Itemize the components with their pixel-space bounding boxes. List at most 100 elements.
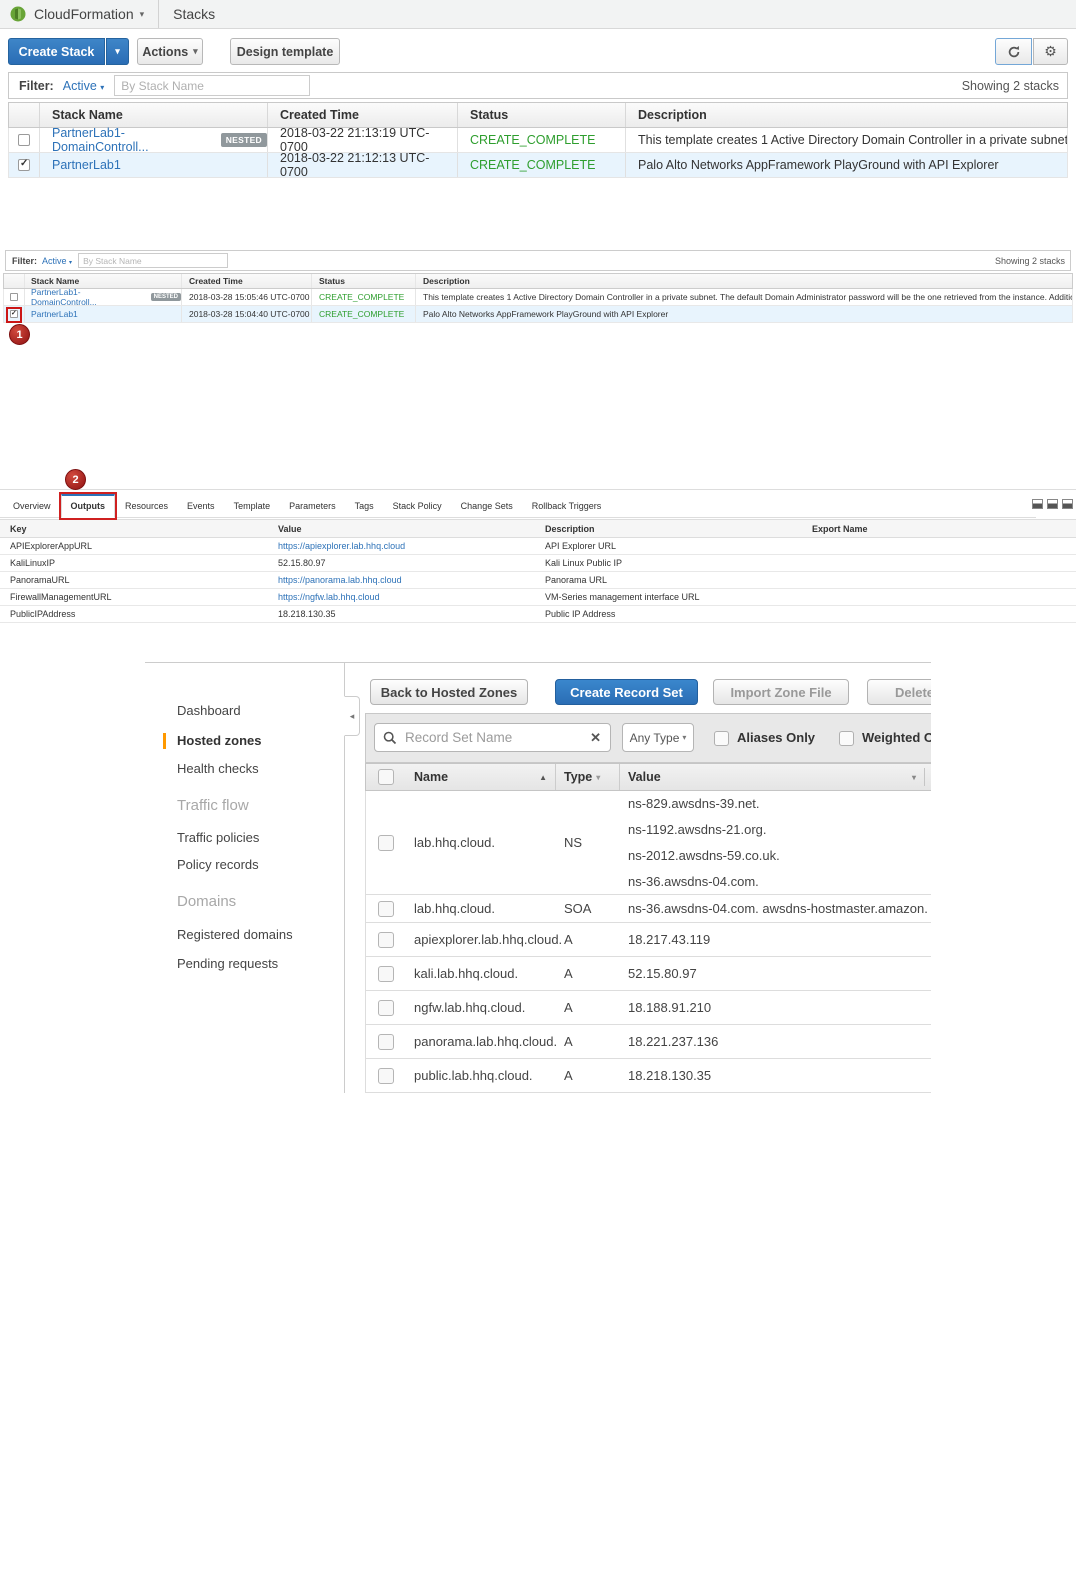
outputs-table: Key Value Description Export Name APIExp…	[0, 519, 1076, 623]
weighted-only-checkbox[interactable]	[839, 731, 854, 746]
layout-split-icon[interactable]	[1062, 499, 1073, 509]
tab-resources[interactable]: Resources	[116, 496, 177, 517]
create-record-set-button[interactable]: Create Record Set	[555, 679, 698, 705]
header-type[interactable]: Type ▾	[556, 764, 620, 790]
stack-name-link[interactable]: PartnerLab1-DomainControll...	[52, 126, 213, 154]
record-row[interactable]: lab.hhq.cloud. NS ns-829.awsdns-39.net. …	[365, 791, 931, 895]
layout-split-icon[interactable]	[1032, 499, 1043, 509]
header-created-time[interactable]: Created Time	[181, 274, 311, 288]
design-template-button[interactable]: Design template	[230, 38, 340, 65]
stack-name-search-input[interactable]	[78, 253, 229, 268]
record-type: NS	[564, 835, 583, 850]
record-value: 52.15.80.97	[628, 966, 697, 981]
record-row[interactable]: kali.lab.hhq.cloud. A 52.15.80.97	[365, 957, 931, 991]
row-checkbox[interactable]	[378, 834, 394, 851]
tab-events[interactable]: Events	[178, 496, 224, 517]
service-menu-label[interactable]: CloudFormation	[34, 6, 134, 22]
record-values: ns-829.awsdns-39.net. ns-1192.awsdns-21.…	[620, 791, 931, 895]
page-title: Stacks	[173, 6, 216, 22]
sidebar-item-registered-domains[interactable]: Registered domains	[145, 925, 344, 945]
collapse-arrow-icon: ◂	[349, 710, 355, 721]
header-value[interactable]: Value ▾	[620, 764, 931, 790]
row-checkbox[interactable]	[10, 293, 18, 301]
output-description: Public IP Address	[545, 609, 616, 619]
aliases-only-checkbox[interactable]	[714, 731, 729, 746]
filter-active-dropdown[interactable]: Active ▾	[63, 79, 105, 93]
output-value-link[interactable]: https://panorama.lab.hhq.cloud	[278, 575, 402, 585]
tab-parameters[interactable]: Parameters	[280, 496, 345, 517]
route53-screenshot: Dashboard Hosted zones Health checks Tra…	[145, 662, 931, 1093]
record-set-name-input[interactable]	[403, 729, 582, 746]
sidebar-item-pending-requests[interactable]: Pending requests	[145, 954, 344, 974]
record-row[interactable]: apiexplorer.lab.hhq.cloud. A 18.217.43.1…	[365, 923, 931, 957]
record-row[interactable]: panorama.lab.hhq.cloud. A 18.221.237.136	[365, 1025, 931, 1059]
record-row[interactable]: lab.hhq.cloud. SOA ns-36.awsdns-04.com. …	[365, 895, 931, 923]
sidebar-item-traffic-policies[interactable]: Traffic policies	[145, 828, 344, 848]
record-value-line: ns-829.awsdns-39.net.	[628, 795, 760, 811]
row-checkbox[interactable]	[378, 900, 394, 917]
tab-template[interactable]: Template	[225, 496, 280, 517]
record-name: apiexplorer.lab.hhq.cloud.	[414, 932, 563, 947]
table-row[interactable]: PartnerLab1 2018-03-28 15:04:40 UTC-0700…	[3, 306, 1073, 323]
row-checkbox[interactable]	[378, 1067, 394, 1084]
tab-outputs[interactable]: Outputs	[60, 494, 116, 518]
header-stack-name[interactable]: Stack Name	[39, 103, 267, 127]
stacks-filter-bar: Filter: Active ▾ Showing 2 stacks	[8, 72, 1068, 99]
record-name: public.lab.hhq.cloud.	[414, 1068, 533, 1083]
row-checkbox[interactable]	[378, 931, 394, 948]
stack-name-link[interactable]: PartnerLab1-DomainControll...	[31, 287, 146, 307]
header-status[interactable]: Status	[311, 274, 415, 288]
table-row[interactable]: PartnerLab1 2018-03-22 21:12:13 UTC-0700…	[8, 151, 1068, 179]
row-checkbox[interactable]	[378, 1033, 394, 1050]
filter-caret-icon: ▾	[100, 82, 105, 92]
header-description[interactable]: Description	[625, 103, 1067, 127]
row-checkbox[interactable]	[18, 158, 30, 171]
header-stack-name[interactable]: Stack Name	[24, 274, 181, 288]
actions-button[interactable]: Actions ▾	[137, 38, 203, 65]
record-row[interactable]: ngfw.lab.hhq.cloud. A 18.188.91.210	[365, 991, 931, 1025]
tab-change-sets[interactable]: Change Sets	[452, 496, 522, 517]
record-name: ngfw.lab.hhq.cloud.	[414, 1000, 526, 1015]
stack-detail-tabs: Overview Outputs Resources Events Templa…	[0, 494, 1036, 518]
sidebar-item-policy-records[interactable]: Policy records	[145, 855, 344, 875]
record-row[interactable]: public.lab.hhq.cloud. A 18.218.130.35	[365, 1059, 931, 1093]
header-status[interactable]: Status	[457, 103, 625, 127]
tab-overview[interactable]: Overview	[4, 496, 60, 517]
tab-tags[interactable]: Tags	[346, 496, 383, 517]
record-set-search-box[interactable]: ✕	[374, 723, 611, 752]
select-all-checkbox[interactable]	[378, 769, 394, 785]
header-description[interactable]: Description	[415, 274, 1072, 288]
output-value-link[interactable]: https://apiexplorer.lab.hhq.cloud	[278, 541, 405, 551]
sidebar-item-dashboard[interactable]: Dashboard	[145, 701, 344, 721]
stack-name-link[interactable]: PartnerLab1	[31, 309, 78, 319]
tab-rollback-triggers[interactable]: Rollback Triggers	[523, 496, 611, 517]
import-zone-file-button[interactable]: Import Zone File	[713, 679, 849, 705]
stack-name-search-input[interactable]	[114, 75, 311, 96]
row-checkbox[interactable]	[378, 999, 394, 1016]
layout-split-icon[interactable]	[1047, 499, 1058, 509]
sidebar-item-hosted-zones[interactable]: Hosted zones	[145, 731, 344, 751]
output-value-link[interactable]: https://ngfw.lab.hhq.cloud	[278, 592, 380, 602]
sidebar-item-health-checks[interactable]: Health checks	[145, 759, 344, 779]
refresh-button[interactable]	[995, 38, 1032, 65]
actions-label: Actions	[142, 44, 189, 59]
clear-search-icon[interactable]: ✕	[590, 730, 601, 746]
row-checkbox[interactable]	[18, 134, 30, 146]
tab-stack-policy[interactable]: Stack Policy	[384, 496, 451, 517]
create-stack-dropdown-button[interactable]: ▾	[106, 38, 129, 65]
row-checkbox[interactable]	[378, 965, 394, 982]
sidebar-collapse-button[interactable]: ◂	[344, 696, 360, 736]
back-to-hosted-zones-button[interactable]: Back to Hosted Zones	[370, 679, 528, 705]
create-stack-button[interactable]: Create Stack	[8, 38, 105, 65]
output-row: APIExplorerAppURL https://apiexplorer.la…	[0, 538, 1076, 555]
header-created-time[interactable]: Created Time	[267, 103, 457, 127]
stack-name-link[interactable]: PartnerLab1	[52, 158, 121, 172]
filter-active-dropdown[interactable]: Active ▾	[42, 256, 72, 266]
header-export-name: Export Name	[812, 523, 868, 534]
settings-button[interactable]: ⚙	[1033, 38, 1068, 65]
record-type-filter-dropdown[interactable]: Any Type ▾	[622, 723, 694, 752]
table-row[interactable]: PartnerLab1-DomainControll... NESTED 201…	[8, 126, 1068, 154]
delete-record-set-button[interactable]: Delete Record Set	[867, 679, 931, 705]
header-name[interactable]: Name ▲	[406, 764, 556, 790]
table-row[interactable]: PartnerLab1-DomainControll... NESTED 201…	[3, 287, 1073, 307]
